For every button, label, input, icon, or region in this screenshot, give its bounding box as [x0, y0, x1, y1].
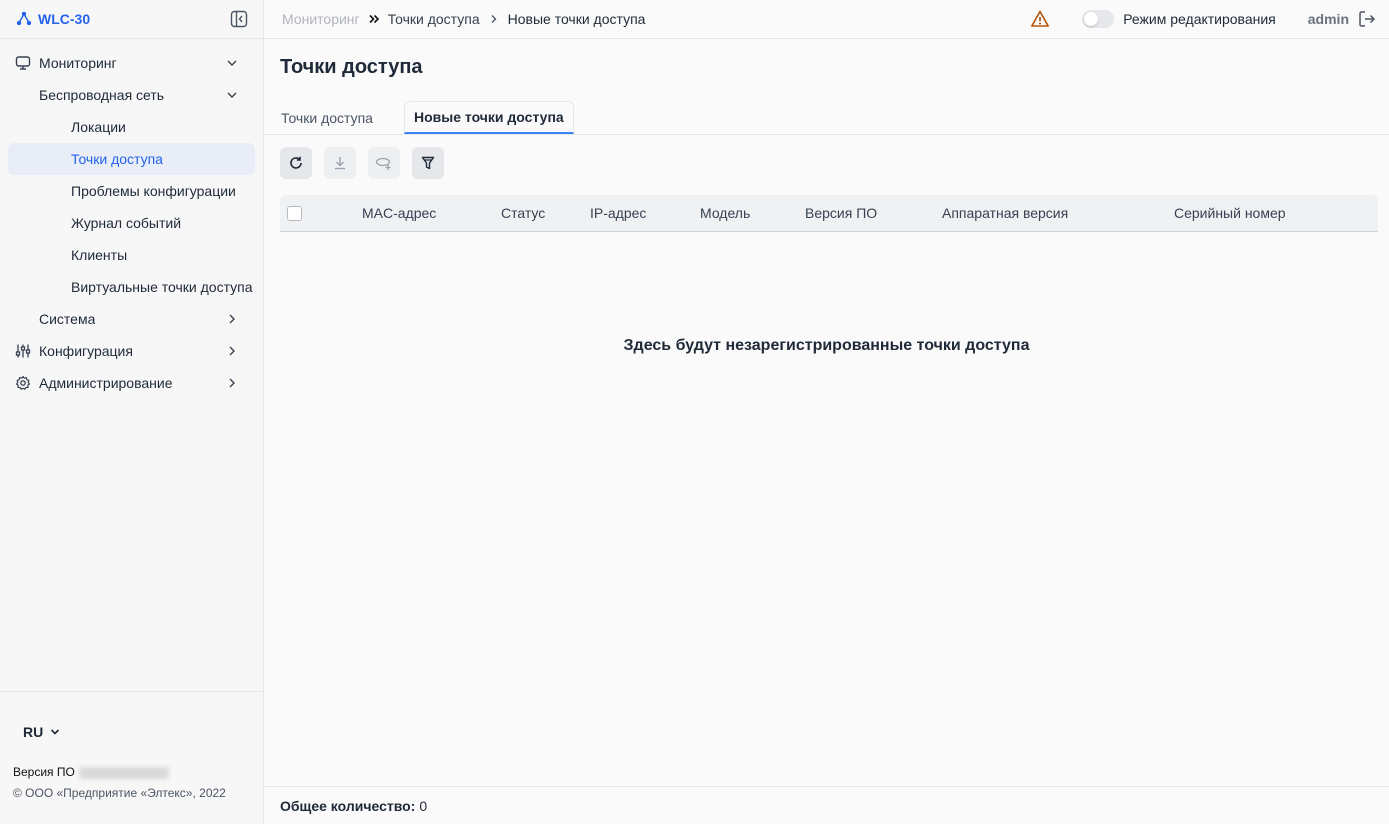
column-header-hw-version[interactable]: Аппаратная версия	[942, 205, 1068, 221]
sidebar-item-system[interactable]: Система	[8, 303, 255, 335]
edit-mode-toggle[interactable]	[1082, 10, 1115, 28]
column-header-firmware[interactable]: Версия ПО	[805, 205, 877, 221]
sidebar-item-label: Локации	[71, 119, 126, 135]
app-name: WLC-30	[38, 11, 91, 27]
sidebar-nav: Мониторинг Беспроводная сеть Локации Точ…	[0, 39, 263, 399]
double-chevron-right-icon	[368, 13, 380, 25]
topbar-actions: Режим редактирования admin	[1030, 0, 1389, 38]
copyright: © ООО «Предприятие «Элтекс», 2022	[13, 786, 226, 800]
refresh-icon	[290, 156, 302, 169]
chevron-down-icon	[227, 60, 237, 66]
sidebar-item-monitoring[interactable]: Мониторинг	[8, 47, 255, 79]
filter-button[interactable]	[412, 147, 444, 179]
tab-access-points[interactable]: Точки доступа	[272, 101, 382, 134]
column-header-model[interactable]: Модель	[700, 205, 750, 221]
sidebar-item-label: Точки доступа	[71, 151, 163, 167]
toolbar	[280, 147, 444, 179]
sidebar-item-label: Система	[39, 311, 96, 327]
sidebar-item-label: Беспроводная сеть	[39, 87, 165, 103]
username[interactable]: admin	[1308, 11, 1349, 27]
topbar: Мониторинг Точки доступа Новые точки дос…	[264, 0, 1389, 39]
sidebar-item-label: Журнал событий	[71, 215, 182, 231]
chevron-right-icon	[229, 314, 235, 324]
sidebar-item-virtual-aps[interactable]: Виртуальные точки доступа	[8, 271, 255, 303]
sidebar-item-locations[interactable]: Локации	[8, 111, 255, 143]
sidebar-item-label: Виртуальные точки доступа	[71, 279, 253, 295]
table-footer: Общее количество: 0	[264, 786, 1389, 824]
chevron-down-icon	[227, 92, 237, 98]
monitor-icon	[15, 56, 31, 70]
sliders-icon	[15, 344, 31, 358]
breadcrumb: Мониторинг Точки доступа Новые точки дос…	[264, 11, 645, 27]
sidebar-item-label: Клиенты	[71, 247, 128, 263]
sidebar-item-label: Администрирование	[39, 375, 173, 391]
sidebar-item-wireless[interactable]: Беспроводная сеть	[8, 79, 255, 111]
language-value: RU	[23, 724, 44, 740]
network-logo-icon	[16, 11, 32, 26]
breadcrumb-current: Новые точки доступа	[507, 11, 646, 27]
logout-icon[interactable]	[1357, 9, 1377, 29]
column-header-serial[interactable]: Серийный номер	[1174, 205, 1286, 221]
column-header-ip[interactable]: IP-адрес	[590, 205, 646, 221]
download-button[interactable]	[324, 147, 356, 179]
edit-mode-label: Режим редактирования	[1123, 11, 1276, 27]
breadcrumb-item[interactable]: Точки доступа	[388, 11, 480, 27]
column-header-status[interactable]: Статус	[501, 205, 545, 221]
sidebar-header: WLC-30	[0, 0, 263, 38]
table-header: MAC-адрес Статус IP-адрес Модель Версия …	[280, 195, 1378, 232]
filter-icon	[421, 156, 435, 170]
collapse-sidebar-icon[interactable]	[229, 9, 249, 29]
page-title: Точки доступа	[280, 56, 423, 78]
total-label: Общее количество:	[280, 797, 416, 814]
sidebar-item-event-log[interactable]: Журнал событий	[8, 207, 255, 239]
sidebar-item-config-problems[interactable]: Проблемы конфигурации	[8, 175, 255, 207]
chevron-right-icon	[488, 13, 500, 25]
warning-icon[interactable]	[1030, 9, 1050, 29]
language-select[interactable]: RU	[23, 724, 61, 740]
sidebar-item-clients[interactable]: Клиенты	[8, 239, 255, 271]
sidebar-item-administration[interactable]: Администрирование	[8, 367, 255, 399]
tab-new-access-points[interactable]: Новые точки доступа	[404, 101, 574, 134]
chevron-down-icon	[51, 729, 60, 735]
download-icon	[335, 157, 345, 170]
version-value-redacted	[78, 766, 169, 779]
gear-icon	[15, 375, 31, 390]
version-info: Версия ПО	[13, 765, 169, 779]
chevron-right-icon	[229, 346, 235, 356]
refresh-button[interactable]	[280, 147, 312, 179]
total-value: 0	[419, 797, 428, 814]
main-content: Точки доступа Точки доступа Новые точки …	[264, 39, 1389, 824]
register-ap-button[interactable]	[368, 147, 400, 179]
select-all-checkbox[interactable]	[287, 206, 302, 221]
column-header-mac[interactable]: MAC-адрес	[362, 205, 436, 221]
sidebar: WLC-30 Мониторинг Беспроводная сеть Лока…	[0, 0, 264, 824]
empty-state-message: Здесь будут незарегистрированные точки д…	[623, 337, 1030, 354]
sidebar-footer: RU Версия ПО © ООО «Предприятие «Элтекс»…	[0, 691, 263, 824]
add-ap-icon	[375, 157, 391, 170]
sidebar-item-label: Проблемы конфигурации	[71, 183, 236, 199]
sidebar-item-configuration[interactable]: Конфигурация	[8, 335, 255, 367]
chevron-right-icon	[229, 378, 235, 388]
sidebar-item-access-points[interactable]: Точки доступа	[8, 143, 255, 175]
version-label: Версия ПО	[13, 765, 75, 779]
brand[interactable]: WLC-30	[16, 11, 90, 27]
tabs: Точки доступа Новые точки доступа	[264, 95, 1389, 135]
breadcrumb-item[interactable]: Мониторинг	[282, 11, 360, 27]
